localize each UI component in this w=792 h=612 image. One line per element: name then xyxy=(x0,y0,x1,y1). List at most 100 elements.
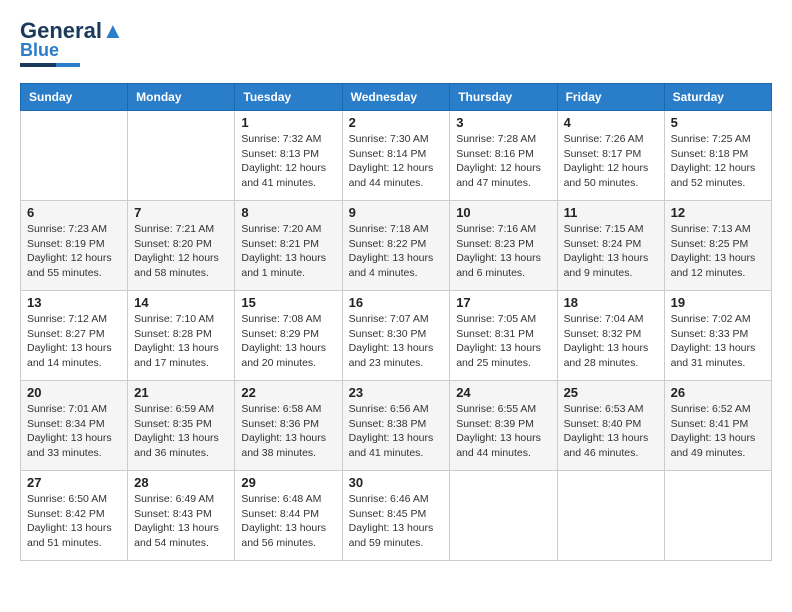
day-number: 9 xyxy=(349,205,444,220)
calendar-cell: 18 Sunrise: 7:04 AM Sunset: 8:32 PM Dayli… xyxy=(557,291,664,381)
day-info: Sunrise: 7:07 AM Sunset: 8:30 PM Dayligh… xyxy=(349,312,444,371)
calendar-cell: 8 Sunrise: 7:20 AM Sunset: 8:21 PM Daylig… xyxy=(235,201,342,291)
calendar-cell: 29 Sunrise: 6:48 AM Sunset: 8:44 PM Dayli… xyxy=(235,471,342,561)
day-info: Sunrise: 7:12 AM Sunset: 8:27 PM Dayligh… xyxy=(27,312,121,371)
calendar-week-1: 1 Sunrise: 7:32 AM Sunset: 8:13 PM Daylig… xyxy=(21,111,772,201)
logo: General▲ Blue xyxy=(20,20,124,67)
day-info: Sunrise: 7:30 AM Sunset: 8:14 PM Dayligh… xyxy=(349,132,444,191)
calendar-week-3: 13 Sunrise: 7:12 AM Sunset: 8:27 PM Dayli… xyxy=(21,291,772,381)
day-number: 17 xyxy=(456,295,550,310)
day-number: 22 xyxy=(241,385,335,400)
day-info: Sunrise: 7:21 AM Sunset: 8:20 PM Dayligh… xyxy=(134,222,228,281)
day-info: Sunrise: 6:48 AM Sunset: 8:44 PM Dayligh… xyxy=(241,492,335,551)
day-number: 4 xyxy=(564,115,658,130)
day-info: Sunrise: 6:59 AM Sunset: 8:35 PM Dayligh… xyxy=(134,402,228,461)
calendar-cell: 1 Sunrise: 7:32 AM Sunset: 8:13 PM Daylig… xyxy=(235,111,342,201)
calendar-cell: 27 Sunrise: 6:50 AM Sunset: 8:42 PM Dayli… xyxy=(21,471,128,561)
day-info: Sunrise: 7:01 AM Sunset: 8:34 PM Dayligh… xyxy=(27,402,121,461)
calendar-week-2: 6 Sunrise: 7:23 AM Sunset: 8:19 PM Daylig… xyxy=(21,201,772,291)
calendar-body: 1 Sunrise: 7:32 AM Sunset: 8:13 PM Daylig… xyxy=(21,111,772,561)
day-info: Sunrise: 7:10 AM Sunset: 8:28 PM Dayligh… xyxy=(134,312,228,371)
calendar-cell: 25 Sunrise: 6:53 AM Sunset: 8:40 PM Dayli… xyxy=(557,381,664,471)
weekday-wednesday: Wednesday xyxy=(342,84,450,111)
day-number: 8 xyxy=(241,205,335,220)
calendar-cell xyxy=(557,471,664,561)
day-number: 5 xyxy=(671,115,765,130)
day-info: Sunrise: 6:49 AM Sunset: 8:43 PM Dayligh… xyxy=(134,492,228,551)
weekday-saturday: Saturday xyxy=(664,84,771,111)
logo-bar xyxy=(20,63,80,67)
day-info: Sunrise: 7:04 AM Sunset: 8:32 PM Dayligh… xyxy=(564,312,658,371)
calendar-cell: 9 Sunrise: 7:18 AM Sunset: 8:22 PM Daylig… xyxy=(342,201,450,291)
day-number: 25 xyxy=(564,385,658,400)
day-info: Sunrise: 7:02 AM Sunset: 8:33 PM Dayligh… xyxy=(671,312,765,371)
page-header: General▲ Blue xyxy=(20,20,772,67)
calendar-cell: 28 Sunrise: 6:49 AM Sunset: 8:43 PM Dayli… xyxy=(128,471,235,561)
calendar-cell: 7 Sunrise: 7:21 AM Sunset: 8:20 PM Daylig… xyxy=(128,201,235,291)
day-info: Sunrise: 7:20 AM Sunset: 8:21 PM Dayligh… xyxy=(241,222,335,281)
logo-flag: ▲ xyxy=(102,18,124,43)
calendar-table: SundayMondayTuesdayWednesdayThursdayFrid… xyxy=(20,83,772,561)
day-info: Sunrise: 7:28 AM Sunset: 8:16 PM Dayligh… xyxy=(456,132,550,191)
calendar-header: SundayMondayTuesdayWednesdayThursdayFrid… xyxy=(21,84,772,111)
day-number: 21 xyxy=(134,385,228,400)
calendar-cell: 23 Sunrise: 6:56 AM Sunset: 8:38 PM Dayli… xyxy=(342,381,450,471)
day-info: Sunrise: 6:56 AM Sunset: 8:38 PM Dayligh… xyxy=(349,402,444,461)
day-info: Sunrise: 6:55 AM Sunset: 8:39 PM Dayligh… xyxy=(456,402,550,461)
day-number: 28 xyxy=(134,475,228,490)
calendar-cell xyxy=(128,111,235,201)
day-number: 27 xyxy=(27,475,121,490)
weekday-monday: Monday xyxy=(128,84,235,111)
day-info: Sunrise: 7:15 AM Sunset: 8:24 PM Dayligh… xyxy=(564,222,658,281)
day-number: 16 xyxy=(349,295,444,310)
day-info: Sunrise: 6:58 AM Sunset: 8:36 PM Dayligh… xyxy=(241,402,335,461)
calendar-cell: 26Sunrise: 6:52 AM Sunset: 8:41 PM Dayli… xyxy=(664,381,771,471)
day-number: 24 xyxy=(456,385,550,400)
weekday-thursday: Thursday xyxy=(450,84,557,111)
calendar-cell xyxy=(21,111,128,201)
day-number: 14 xyxy=(134,295,228,310)
day-info: Sunrise: 7:32 AM Sunset: 8:13 PM Dayligh… xyxy=(241,132,335,191)
calendar-cell: 24 Sunrise: 6:55 AM Sunset: 8:39 PM Dayli… xyxy=(450,381,557,471)
calendar-cell: 21 Sunrise: 6:59 AM Sunset: 8:35 PM Dayli… xyxy=(128,381,235,471)
calendar-cell: 19 Sunrise: 7:02 AM Sunset: 8:33 PM Dayli… xyxy=(664,291,771,381)
weekday-header-row: SundayMondayTuesdayWednesdayThursdayFrid… xyxy=(21,84,772,111)
day-info: Sunrise: 7:25 AM Sunset: 8:18 PM Dayligh… xyxy=(671,132,765,191)
day-number: 12 xyxy=(671,205,765,220)
day-info: Sunrise: 6:46 AM Sunset: 8:45 PM Dayligh… xyxy=(349,492,444,551)
calendar-cell: 20 Sunrise: 7:01 AM Sunset: 8:34 PM Dayli… xyxy=(21,381,128,471)
day-info: Sunrise: 7:18 AM Sunset: 8:22 PM Dayligh… xyxy=(349,222,444,281)
day-info: Sunrise: 6:50 AM Sunset: 8:42 PM Dayligh… xyxy=(27,492,121,551)
weekday-sunday: Sunday xyxy=(21,84,128,111)
calendar-cell: 14 Sunrise: 7:10 AM Sunset: 8:28 PM Dayli… xyxy=(128,291,235,381)
calendar-cell: 11Sunrise: 7:15 AM Sunset: 8:24 PM Dayli… xyxy=(557,201,664,291)
day-number: 20 xyxy=(27,385,121,400)
day-number: 7 xyxy=(134,205,228,220)
calendar-week-5: 27 Sunrise: 6:50 AM Sunset: 8:42 PM Dayli… xyxy=(21,471,772,561)
calendar-cell: 16 Sunrise: 7:07 AM Sunset: 8:30 PM Dayli… xyxy=(342,291,450,381)
calendar-cell: 5 Sunrise: 7:25 AM Sunset: 8:18 PM Daylig… xyxy=(664,111,771,201)
day-info: Sunrise: 7:23 AM Sunset: 8:19 PM Dayligh… xyxy=(27,222,121,281)
day-number: 6 xyxy=(27,205,121,220)
day-number: 3 xyxy=(456,115,550,130)
day-number: 26 xyxy=(671,385,765,400)
day-number: 13 xyxy=(27,295,121,310)
calendar-cell: 10Sunrise: 7:16 AM Sunset: 8:23 PM Dayli… xyxy=(450,201,557,291)
day-number: 2 xyxy=(349,115,444,130)
day-info: Sunrise: 6:53 AM Sunset: 8:40 PM Dayligh… xyxy=(564,402,658,461)
day-number: 1 xyxy=(241,115,335,130)
calendar-cell: 6 Sunrise: 7:23 AM Sunset: 8:19 PM Daylig… xyxy=(21,201,128,291)
calendar-cell: 2 Sunrise: 7:30 AM Sunset: 8:14 PM Daylig… xyxy=(342,111,450,201)
day-number: 23 xyxy=(349,385,444,400)
logo-blue: Blue xyxy=(20,40,59,61)
day-number: 15 xyxy=(241,295,335,310)
day-number: 29 xyxy=(241,475,335,490)
day-number: 19 xyxy=(671,295,765,310)
day-number: 18 xyxy=(564,295,658,310)
day-info: Sunrise: 7:05 AM Sunset: 8:31 PM Dayligh… xyxy=(456,312,550,371)
day-info: Sunrise: 7:16 AM Sunset: 8:23 PM Dayligh… xyxy=(456,222,550,281)
calendar-cell: 22 Sunrise: 6:58 AM Sunset: 8:36 PM Dayli… xyxy=(235,381,342,471)
calendar-cell: 4Sunrise: 7:26 AM Sunset: 8:17 PM Daylig… xyxy=(557,111,664,201)
calendar-week-4: 20 Sunrise: 7:01 AM Sunset: 8:34 PM Dayli… xyxy=(21,381,772,471)
calendar-cell xyxy=(664,471,771,561)
